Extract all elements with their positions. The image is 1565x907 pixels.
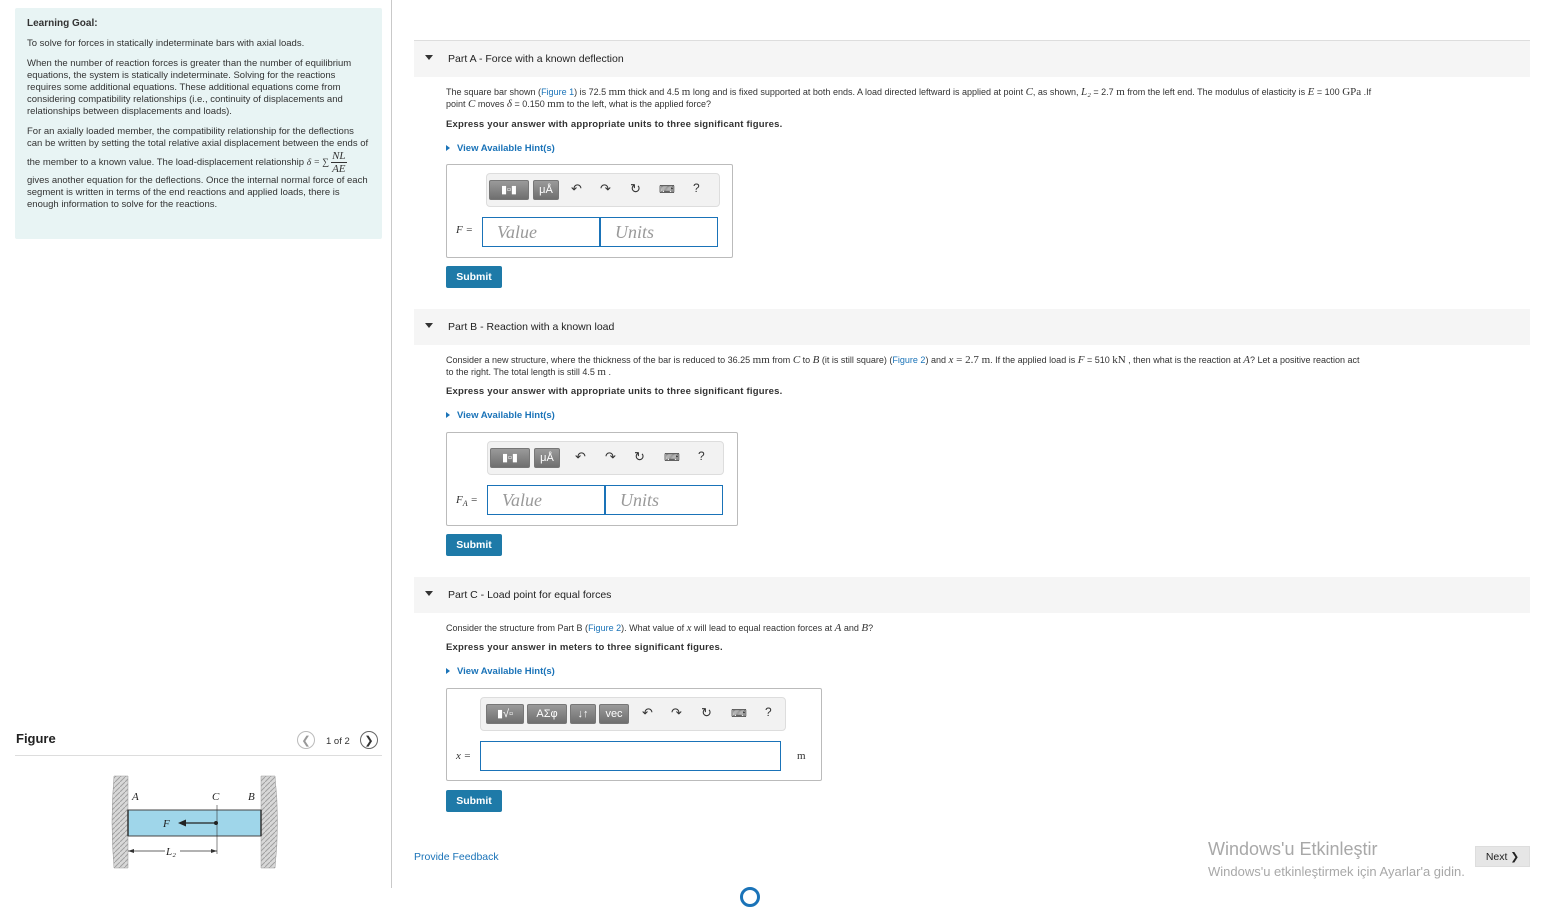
- label-C: C: [212, 791, 220, 803]
- redo-icon[interactable]: ↷: [605, 449, 616, 465]
- part-c-instructions: Express your answer in meters to three s…: [446, 642, 723, 653]
- part-c-answer-box: ▮√▫ ΑΣφ ↓↑ vec ↶ ↷ ↻ ⌨ ? x = m: [446, 688, 822, 781]
- part-a-title: Part A - Force with a known deflection: [448, 53, 624, 65]
- learning-goal-paragraph-formula: For an axially loaded member, the compat…: [27, 126, 369, 210]
- expand-triangle-icon: [446, 412, 450, 418]
- part-c-header[interactable]: Part C - Load point for equal forces: [414, 577, 1530, 613]
- part-c-question: Consider the structure from Part B (Figu…: [446, 622, 874, 634]
- keyboard-icon[interactable]: ⌨: [731, 707, 747, 720]
- template-icon: ▮▫▮: [500, 184, 517, 196]
- expand-triangle-icon: [446, 145, 450, 151]
- part-c-submit-button[interactable]: Submit: [446, 790, 502, 812]
- part-a-question: The square bar shown (Figure 1) is 72.5 …: [446, 86, 1372, 110]
- collapse-triangle-icon: [425, 323, 433, 328]
- part-b-submit-button[interactable]: Submit: [446, 534, 502, 556]
- part-b-variable-label: FA =: [456, 494, 478, 509]
- part-b-answer-box: ▮▫▮ μÅ ↶ ↷ ↻ ⌨ ? FA = Value Units: [446, 432, 738, 526]
- figure-diagram[interactable]: A C B F L₂: [110, 772, 285, 872]
- part-a-instructions: Express your answer with appropriate uni…: [446, 119, 783, 130]
- left-wall: [111, 775, 129, 869]
- expand-triangle-icon: [446, 668, 450, 674]
- provide-feedback-link[interactable]: Provide Feedback: [414, 851, 499, 863]
- pane-divider[interactable]: [391, 0, 392, 888]
- figure-2-link[interactable]: Figure 2: [892, 355, 925, 365]
- math-toolbar: ▮▫▮ μÅ ↶ ↷ ↻ ⌨ ?: [486, 173, 720, 207]
- part-a-hints-link[interactable]: View Available Hint(s): [446, 143, 555, 154]
- vector-button[interactable]: vec: [599, 704, 629, 724]
- template-icon: ▮▫▮: [501, 452, 518, 464]
- part-b-question: Consider a new structure, where the thic…: [446, 354, 1360, 378]
- formula-lhs: δ = ∑: [306, 158, 330, 169]
- figure-title: Figure: [16, 731, 56, 746]
- math-toolbar: ▮√▫ ΑΣφ ↓↑ vec ↶ ↷ ↻ ⌨ ?: [480, 697, 786, 731]
- part-c-variable-label: x =: [456, 750, 472, 762]
- windows-activation-title: Windows'u Etkinleştir: [1208, 839, 1378, 859]
- units-button[interactable]: μÅ: [533, 180, 559, 200]
- chevron-left-icon: ❮: [301, 734, 311, 747]
- templates-button[interactable]: ▮▫▮: [490, 448, 530, 468]
- keyboard-icon[interactable]: ⌨: [664, 451, 680, 464]
- reset-icon[interactable]: ↻: [701, 705, 712, 721]
- part-c-unit-label: m: [797, 750, 806, 762]
- math-toolbar: ▮▫▮ μÅ ↶ ↷ ↻ ⌨ ?: [487, 441, 724, 475]
- windows-activation-subtitle: Windows'u etkinleştirmek için Ayarlar'a …: [1208, 864, 1465, 879]
- part-a-value-input[interactable]: Value: [482, 217, 600, 247]
- label-F: F: [162, 818, 170, 830]
- label-A: A: [131, 791, 139, 803]
- reset-icon[interactable]: ↻: [630, 181, 641, 197]
- help-icon[interactable]: ?: [698, 449, 705, 463]
- figure-1-link[interactable]: Figure 1: [541, 87, 574, 97]
- part-b-value-input[interactable]: Value: [487, 485, 605, 515]
- redo-icon[interactable]: ↷: [671, 705, 682, 721]
- sub-superscript-button[interactable]: ↓↑: [570, 704, 596, 724]
- part-a-units-input[interactable]: Units: [600, 217, 718, 247]
- learning-goal-panel: Learning Goal: To solve for forces in st…: [15, 8, 382, 239]
- part-c-hints-link[interactable]: View Available Hint(s): [446, 666, 555, 677]
- part-a-header[interactable]: Part A - Force with a known deflection: [414, 41, 1530, 77]
- part-b-hints-link[interactable]: View Available Hint(s): [446, 410, 555, 421]
- keyboard-icon[interactable]: ⌨: [659, 183, 675, 196]
- part-a-submit-button[interactable]: Submit: [446, 266, 502, 288]
- units-button[interactable]: μÅ: [534, 448, 560, 468]
- figure-counter: 1 of 2: [326, 736, 350, 747]
- learning-goal-paragraph: When the number of reaction forces is gr…: [27, 58, 352, 117]
- part-a-variable-label: F =: [456, 224, 473, 236]
- sqrt-template-icon: ▮√▫: [497, 708, 513, 720]
- figure-prev-button[interactable]: ❮: [297, 731, 315, 749]
- help-icon[interactable]: ?: [765, 705, 772, 719]
- templates-button[interactable]: ▮√▫: [486, 704, 524, 724]
- right-wall: [260, 775, 278, 869]
- part-b-units-input[interactable]: Units: [605, 485, 723, 515]
- label-B: B: [248, 791, 255, 803]
- formula-fraction: NL AE: [331, 150, 347, 175]
- part-c-title: Part C - Load point for equal forces: [448, 589, 612, 601]
- part-a-answer-box: ▮▫▮ μÅ ↶ ↷ ↻ ⌨ ? F = Value Units: [446, 164, 733, 258]
- chevron-right-icon: ❯: [364, 734, 374, 747]
- part-b-title: Part B - Reaction with a known load: [448, 321, 615, 333]
- label-L2: L₂: [165, 846, 176, 858]
- collapse-triangle-icon: [425, 55, 433, 60]
- undo-icon[interactable]: ↶: [642, 705, 653, 721]
- redo-icon[interactable]: ↷: [600, 181, 611, 197]
- figure-next-button[interactable]: ❯: [360, 731, 378, 749]
- collapse-triangle-icon: [425, 591, 433, 596]
- learning-goal-title: Learning Goal:: [27, 18, 98, 29]
- undo-icon[interactable]: ↶: [575, 449, 586, 465]
- chevron-right-icon: ❯: [1510, 851, 1520, 863]
- help-icon[interactable]: ?: [693, 181, 700, 195]
- undo-icon[interactable]: ↶: [571, 181, 582, 197]
- part-b-header[interactable]: Part B - Reaction with a known load: [414, 309, 1530, 345]
- loading-circle-icon: [740, 887, 760, 907]
- learning-goal-intro: To solve for forces in statically indete…: [27, 38, 305, 49]
- next-button[interactable]: Next ❯: [1475, 846, 1530, 867]
- greek-symbols-button[interactable]: ΑΣφ: [527, 704, 567, 724]
- figure-divider: [15, 755, 382, 756]
- figure-2-link[interactable]: Figure 2: [588, 623, 621, 633]
- templates-button[interactable]: ▮▫▮: [489, 180, 529, 200]
- part-b-instructions: Express your answer with appropriate uni…: [446, 386, 783, 397]
- part-c-answer-input[interactable]: [480, 741, 781, 771]
- reset-icon[interactable]: ↻: [634, 449, 645, 465]
